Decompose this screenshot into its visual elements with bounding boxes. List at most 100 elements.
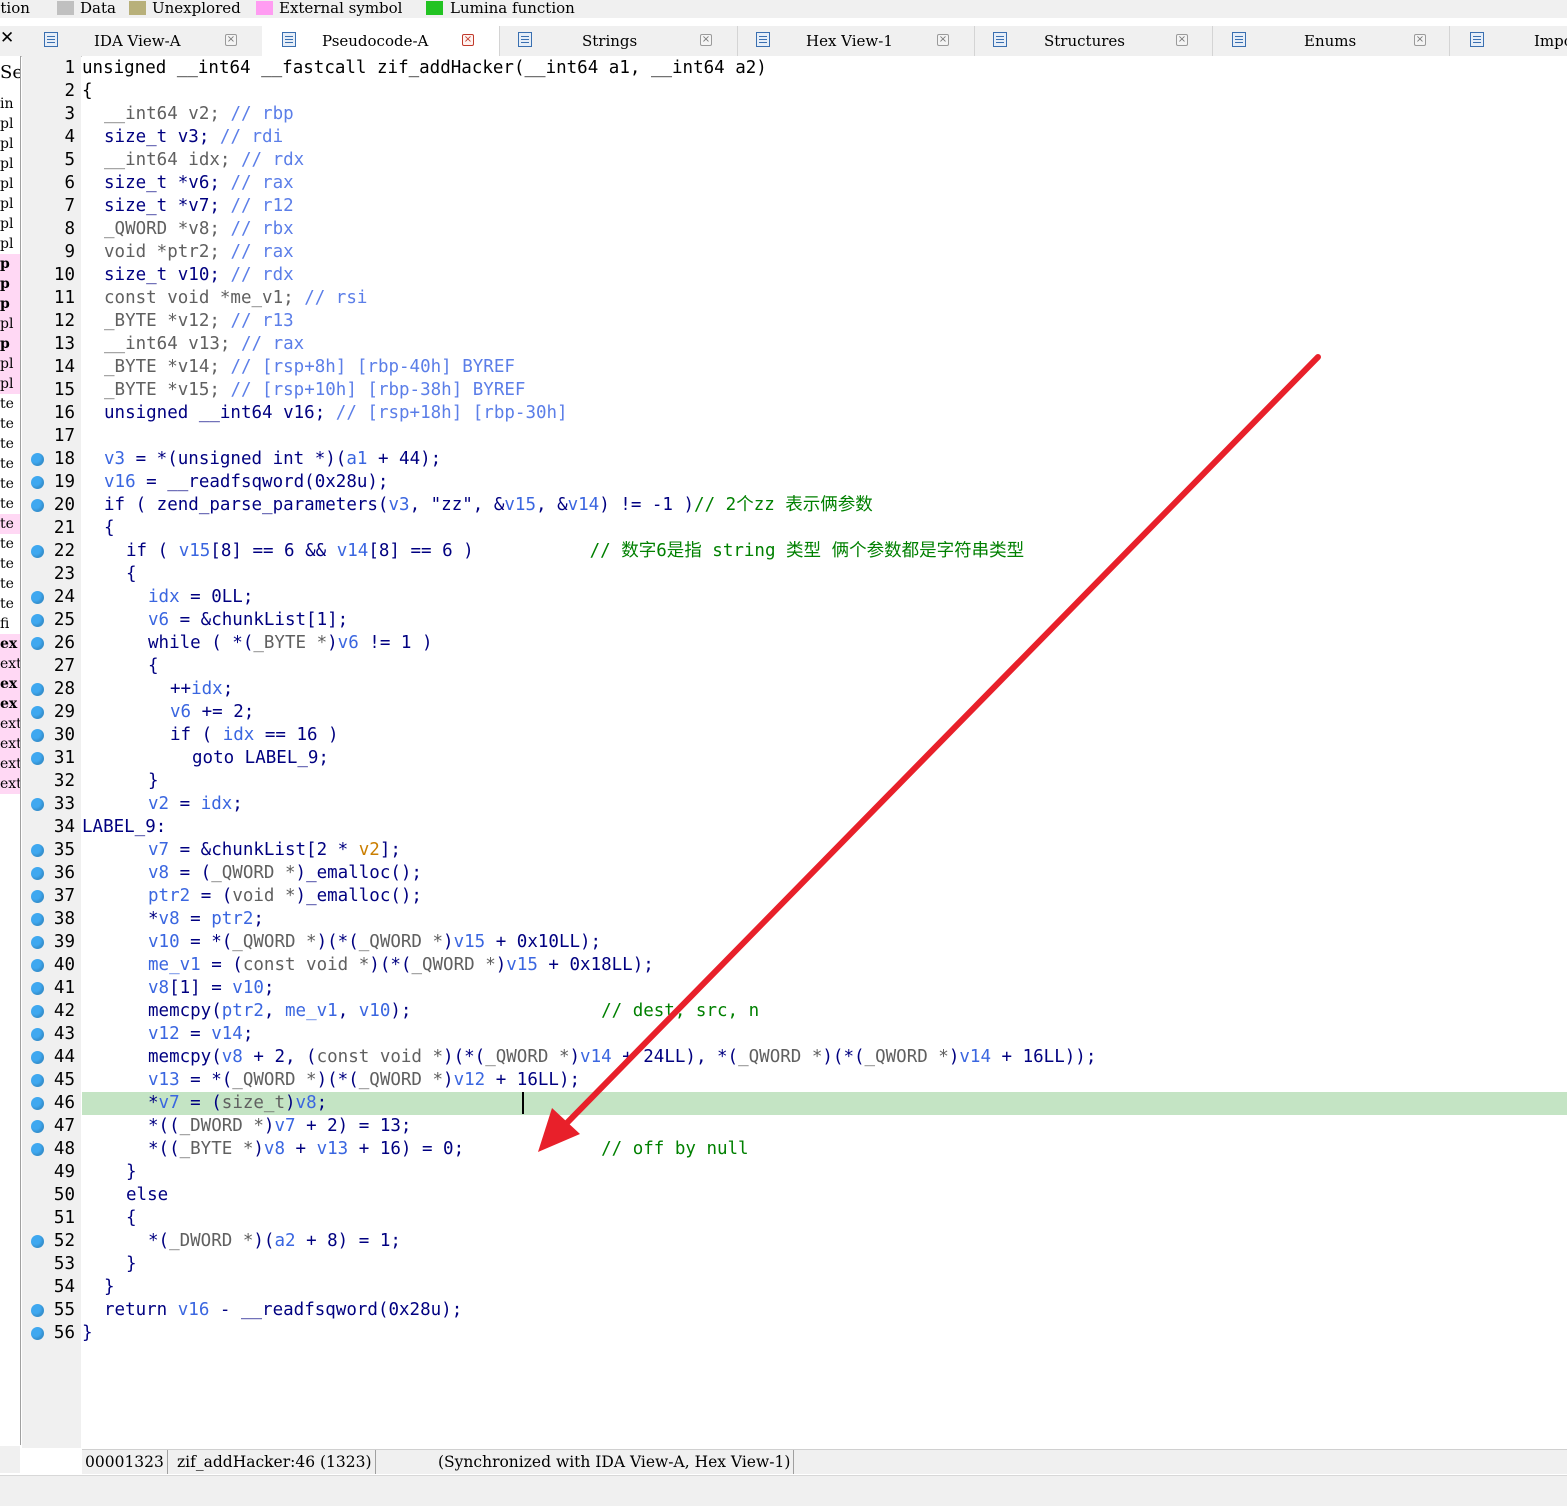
code-line[interactable]: if ( zend_parse_parameters(v3, "zz", &v1…	[82, 494, 1567, 517]
code-line[interactable]: goto LABEL_9;	[82, 747, 1567, 770]
breakpoint-dot-icon[interactable]	[31, 1051, 44, 1064]
function-list-item[interactable]: te	[0, 454, 20, 474]
function-list-item[interactable]: p	[0, 254, 20, 274]
code-line[interactable]: v10 = *(_QWORD *)(*(_QWORD *)v15 + 0x10L…	[82, 931, 1567, 954]
code-line[interactable]	[82, 425, 1567, 448]
close-icon[interactable]: ✕	[0, 28, 14, 48]
function-list-item[interactable]: pl	[0, 374, 20, 394]
code-line[interactable]: {	[82, 563, 1567, 586]
breakpoint-dot-icon[interactable]	[31, 1304, 44, 1317]
code-line[interactable]: }	[82, 1253, 1567, 1276]
code-line[interactable]: {	[82, 80, 1567, 103]
breakpoint-dot-icon[interactable]	[31, 959, 44, 972]
breakpoint-dot-icon[interactable]	[31, 453, 44, 466]
code-line[interactable]: while ( *(_BYTE *)v6 != 1 )	[82, 632, 1567, 655]
code-line[interactable]: v13 = *(_QWORD *)(*(_QWORD *)v12 + 16LL)…	[82, 1069, 1567, 1092]
function-list-item[interactable]: p	[0, 334, 20, 354]
tab-ida-view-a[interactable]: IDA View-A ×	[25, 26, 263, 56]
function-list-item[interactable]: pl	[0, 114, 20, 134]
function-list-item[interactable]: te	[0, 594, 20, 614]
code-line[interactable]: size_t v10; // rdx	[82, 264, 1567, 287]
code-line[interactable]: if ( idx == 16 )	[82, 724, 1567, 747]
breakpoint-dot-icon[interactable]	[31, 614, 44, 627]
code-line-current[interactable]: *v7 = (size_t)v8;	[82, 1092, 1567, 1115]
function-list-item[interactable]: te	[0, 554, 20, 574]
breakpoint-dot-icon[interactable]	[31, 729, 44, 742]
code-line[interactable]: v7 = &chunkList[2 * v2];	[82, 839, 1567, 862]
breakpoint-dot-icon[interactable]	[31, 545, 44, 558]
code-line[interactable]: v8[1] = v10;	[82, 977, 1567, 1000]
function-list-item[interactable]: te	[0, 494, 20, 514]
breakpoint-dot-icon[interactable]	[31, 867, 44, 880]
function-list-item[interactable]: p	[0, 294, 20, 314]
breakpoint-dot-icon[interactable]	[31, 798, 44, 811]
function-list-item[interactable]: fi	[0, 614, 20, 634]
code-line[interactable]: ptr2 = (void *)_emalloc();	[82, 885, 1567, 908]
function-list-item[interactable]: te	[0, 434, 20, 454]
breakpoint-dot-icon[interactable]	[31, 1005, 44, 1018]
code-line[interactable]: void *ptr2; // rax	[82, 241, 1567, 264]
tab-strings[interactable]: Strings ×	[499, 26, 738, 56]
function-list-item[interactable]: te	[0, 514, 20, 534]
function-list-item[interactable]: pl	[0, 354, 20, 374]
code-line[interactable]: _BYTE *v14; // [rsp+8h] [rbp-40h] BYREF	[82, 356, 1567, 379]
tab-structures[interactable]: Structures ×	[974, 26, 1213, 56]
tab-pseudocode-a[interactable]: Pseudocode-A ×	[262, 26, 500, 57]
tab-close-icon[interactable]: ×	[700, 34, 712, 46]
tab-impo[interactable]: Impo	[1449, 26, 1567, 56]
function-list-item[interactable]: pl	[0, 214, 20, 234]
code-line[interactable]: size_t *v6; // rax	[82, 172, 1567, 195]
breakpoint-dot-icon[interactable]	[31, 1120, 44, 1133]
functions-panel-scrollbar[interactable]	[0, 1446, 20, 1473]
function-list-item[interactable]: in	[0, 94, 20, 114]
breakpoint-dot-icon[interactable]	[31, 890, 44, 903]
tab-close-icon[interactable]: ×	[937, 34, 949, 46]
tab-enums[interactable]: Enums ×	[1212, 26, 1450, 56]
function-list-item[interactable]: te	[0, 414, 20, 434]
code-line[interactable]: size_t *v7; // r12	[82, 195, 1567, 218]
breakpoint-dot-icon[interactable]	[31, 1028, 44, 1041]
code-line[interactable]: v16 = __readfsqword(0x28u);	[82, 471, 1567, 494]
function-list-item[interactable]: ext	[0, 654, 20, 674]
code-line[interactable]: _BYTE *v15; // [rsp+10h] [rbp-38h] BYREF	[82, 379, 1567, 402]
function-list-item[interactable]: pl	[0, 154, 20, 174]
tab-close-icon[interactable]: ×	[1414, 34, 1426, 46]
code-line[interactable]: v6 += 2;	[82, 701, 1567, 724]
breakpoint-dot-icon[interactable]	[31, 683, 44, 696]
function-list-item[interactable]: ext	[0, 734, 20, 754]
breakpoint-dot-icon[interactable]	[31, 706, 44, 719]
function-list-item[interactable]: ex	[0, 674, 20, 694]
function-list-item[interactable]: te	[0, 394, 20, 414]
code-line[interactable]: _BYTE *v12; // r13	[82, 310, 1567, 333]
code-line[interactable]: v2 = idx;	[82, 793, 1567, 816]
breakpoint-dot-icon[interactable]	[31, 637, 44, 650]
tab-close-icon[interactable]: ×	[225, 34, 237, 46]
code-line[interactable]: ++idx;	[82, 678, 1567, 701]
breakpoint-dot-icon[interactable]	[31, 1235, 44, 1248]
code-line[interactable]: {	[82, 655, 1567, 678]
code-line[interactable]: idx = 0LL;	[82, 586, 1567, 609]
function-list-item[interactable]: ex	[0, 694, 20, 714]
tab-close-icon[interactable]: ×	[1176, 34, 1188, 46]
breakpoint-dot-icon[interactable]	[31, 936, 44, 949]
code-line[interactable]: memcpy(ptr2, me_v1, v10); // dest, src, …	[82, 1000, 1567, 1023]
code-line[interactable]: {	[82, 1207, 1567, 1230]
code-line[interactable]: const void *me_v1; // rsi	[82, 287, 1567, 310]
tab-close-icon[interactable]: ×	[462, 34, 474, 46]
code-line[interactable]: unsigned __int64 __fastcall zif_addHacke…	[82, 57, 1567, 80]
code-line[interactable]: __int64 v13; // rax	[82, 333, 1567, 356]
code-line[interactable]: *((_DWORD *)v7 + 2) = 13;	[82, 1115, 1567, 1138]
breakpoint-dot-icon[interactable]	[31, 476, 44, 489]
code-line[interactable]: unsigned __int64 v16; // [rsp+18h] [rbp-…	[82, 402, 1567, 425]
breakpoint-dot-icon[interactable]	[31, 913, 44, 926]
function-list-item[interactable]: pl	[0, 234, 20, 254]
code-line[interactable]: me_v1 = (const void *)(*(_QWORD *)v15 + …	[82, 954, 1567, 977]
breakpoint-dot-icon[interactable]	[31, 1097, 44, 1110]
breakpoint-dot-icon[interactable]	[31, 982, 44, 995]
function-list-item[interactable]: p	[0, 274, 20, 294]
breakpoint-dot-icon[interactable]	[31, 499, 44, 512]
function-list-item[interactable]: te	[0, 534, 20, 554]
code-line[interactable]: }	[82, 770, 1567, 793]
code-line[interactable]: *((_BYTE *)v8 + v13 + 16) = 0; // off by…	[82, 1138, 1567, 1161]
code-line[interactable]: *(_DWORD *)(a2 + 8) = 1;	[82, 1230, 1567, 1253]
